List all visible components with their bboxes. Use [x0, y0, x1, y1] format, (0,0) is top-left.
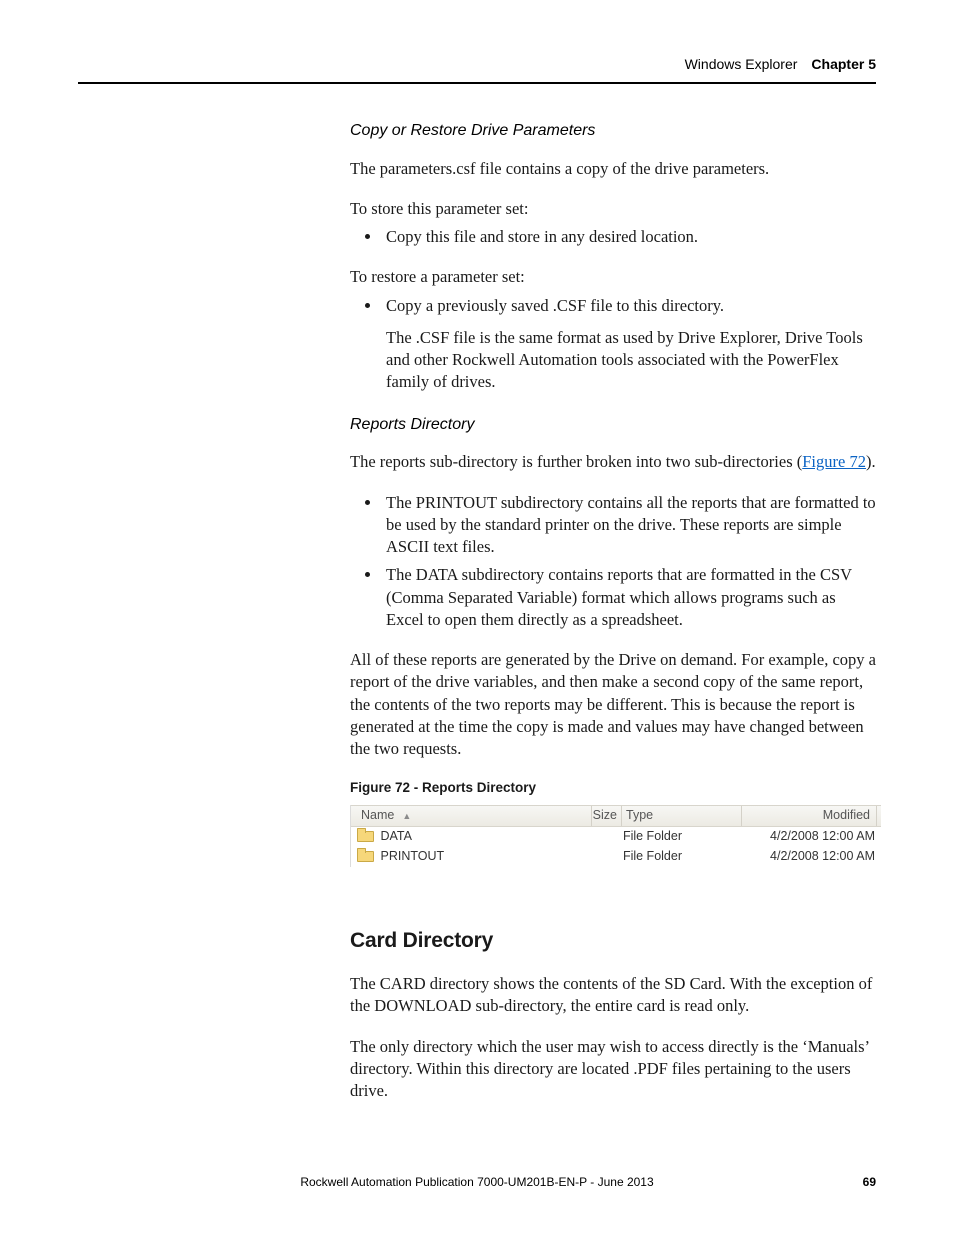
list-item-modified: 4/2/2008 12:00 AM — [742, 828, 881, 845]
list-item[interactable]: PRINTOUT File Folder 4/2/2008 12:00 AM — [351, 847, 881, 867]
store-leadin: To store this parameter set: — [350, 198, 876, 220]
store-bullet-list: Copy this file and store in any desired … — [350, 226, 876, 248]
header-section-title: Windows Explorer — [685, 56, 798, 72]
page-footer: Rockwell Automation Publication 7000-UM2… — [78, 1175, 876, 1189]
reports-intro-pre: The reports sub-directory is further bro… — [350, 452, 802, 471]
list-item-name: DATA — [380, 829, 411, 843]
figure-72-link[interactable]: Figure 72 — [802, 452, 866, 471]
folder-icon — [357, 848, 372, 860]
heading-card-directory: Card Directory — [350, 927, 876, 955]
footer-page-number: 69 — [836, 1175, 876, 1189]
restore-note: The .CSF file is the same format as used… — [386, 327, 876, 394]
folder-icon — [357, 828, 372, 840]
reports-bullet-data: The DATA subdirectory contains reports t… — [382, 564, 876, 631]
copy-restore-intro: The parameters.csf file contains a copy … — [350, 158, 876, 180]
restore-leadin: To restore a parameter set: — [350, 266, 876, 288]
sort-ascending-icon: ▲ — [402, 810, 411, 822]
column-header-name-label: Name — [361, 807, 394, 824]
header-rule — [78, 82, 876, 84]
reports-intro: The reports sub-directory is further bro… — [350, 451, 876, 473]
listview-header-row: Name ▲ Size Type Modified — [351, 805, 881, 827]
column-header-type[interactable]: Type — [622, 806, 742, 826]
reports-bullet-list: The PRINTOUT subdirectory contains all t… — [350, 492, 876, 632]
body-content: Copy or Restore Drive Parameters The par… — [350, 120, 876, 1102]
reports-intro-post: ). — [866, 452, 876, 471]
store-bullet: Copy this file and store in any desired … — [382, 226, 876, 248]
column-header-size[interactable]: Size — [592, 806, 622, 826]
figure-72-listview: Name ▲ Size Type Modified DATA — [350, 805, 881, 867]
column-header-modified-label: Modified — [823, 807, 870, 824]
heading-copy-restore: Copy or Restore Drive Parameters — [350, 120, 876, 142]
column-header-modified[interactable]: Modified — [742, 806, 877, 826]
card-directory-p2: The only directory which the user may wi… — [350, 1036, 876, 1103]
restore-bullet-text: Copy a previously saved .CSF file to thi… — [386, 296, 724, 315]
reports-bullet-printout: The PRINTOUT subdirectory contains all t… — [382, 492, 876, 559]
footer-publication: Rockwell Automation Publication 7000-UM2… — [118, 1175, 836, 1189]
column-header-size-label: Size — [593, 807, 617, 824]
reports-closing: All of these reports are generated by th… — [350, 649, 876, 760]
list-item-name: PRINTOUT — [380, 849, 444, 863]
header-chapter-label: Chapter 5 — [811, 56, 876, 72]
heading-reports-directory: Reports Directory — [350, 414, 876, 436]
running-header: Windows Explorer Chapter 5 — [78, 56, 876, 82]
list-item-type: File Folder — [623, 848, 742, 865]
list-item-type: File Folder — [623, 828, 742, 845]
card-directory-p1: The CARD directory shows the contents of… — [350, 973, 876, 1018]
restore-bullet: Copy a previously saved .CSF file to thi… — [382, 295, 876, 394]
restore-bullet-list: Copy a previously saved .CSF file to thi… — [350, 295, 876, 394]
column-header-name[interactable]: Name ▲ — [357, 806, 592, 826]
list-item[interactable]: DATA File Folder 4/2/2008 12:00 AM — [351, 827, 881, 847]
list-item-modified: 4/2/2008 12:00 AM — [742, 848, 881, 865]
column-header-type-label: Type — [626, 807, 653, 824]
figure-72-caption: Figure 72 - Reports Directory — [350, 779, 876, 797]
